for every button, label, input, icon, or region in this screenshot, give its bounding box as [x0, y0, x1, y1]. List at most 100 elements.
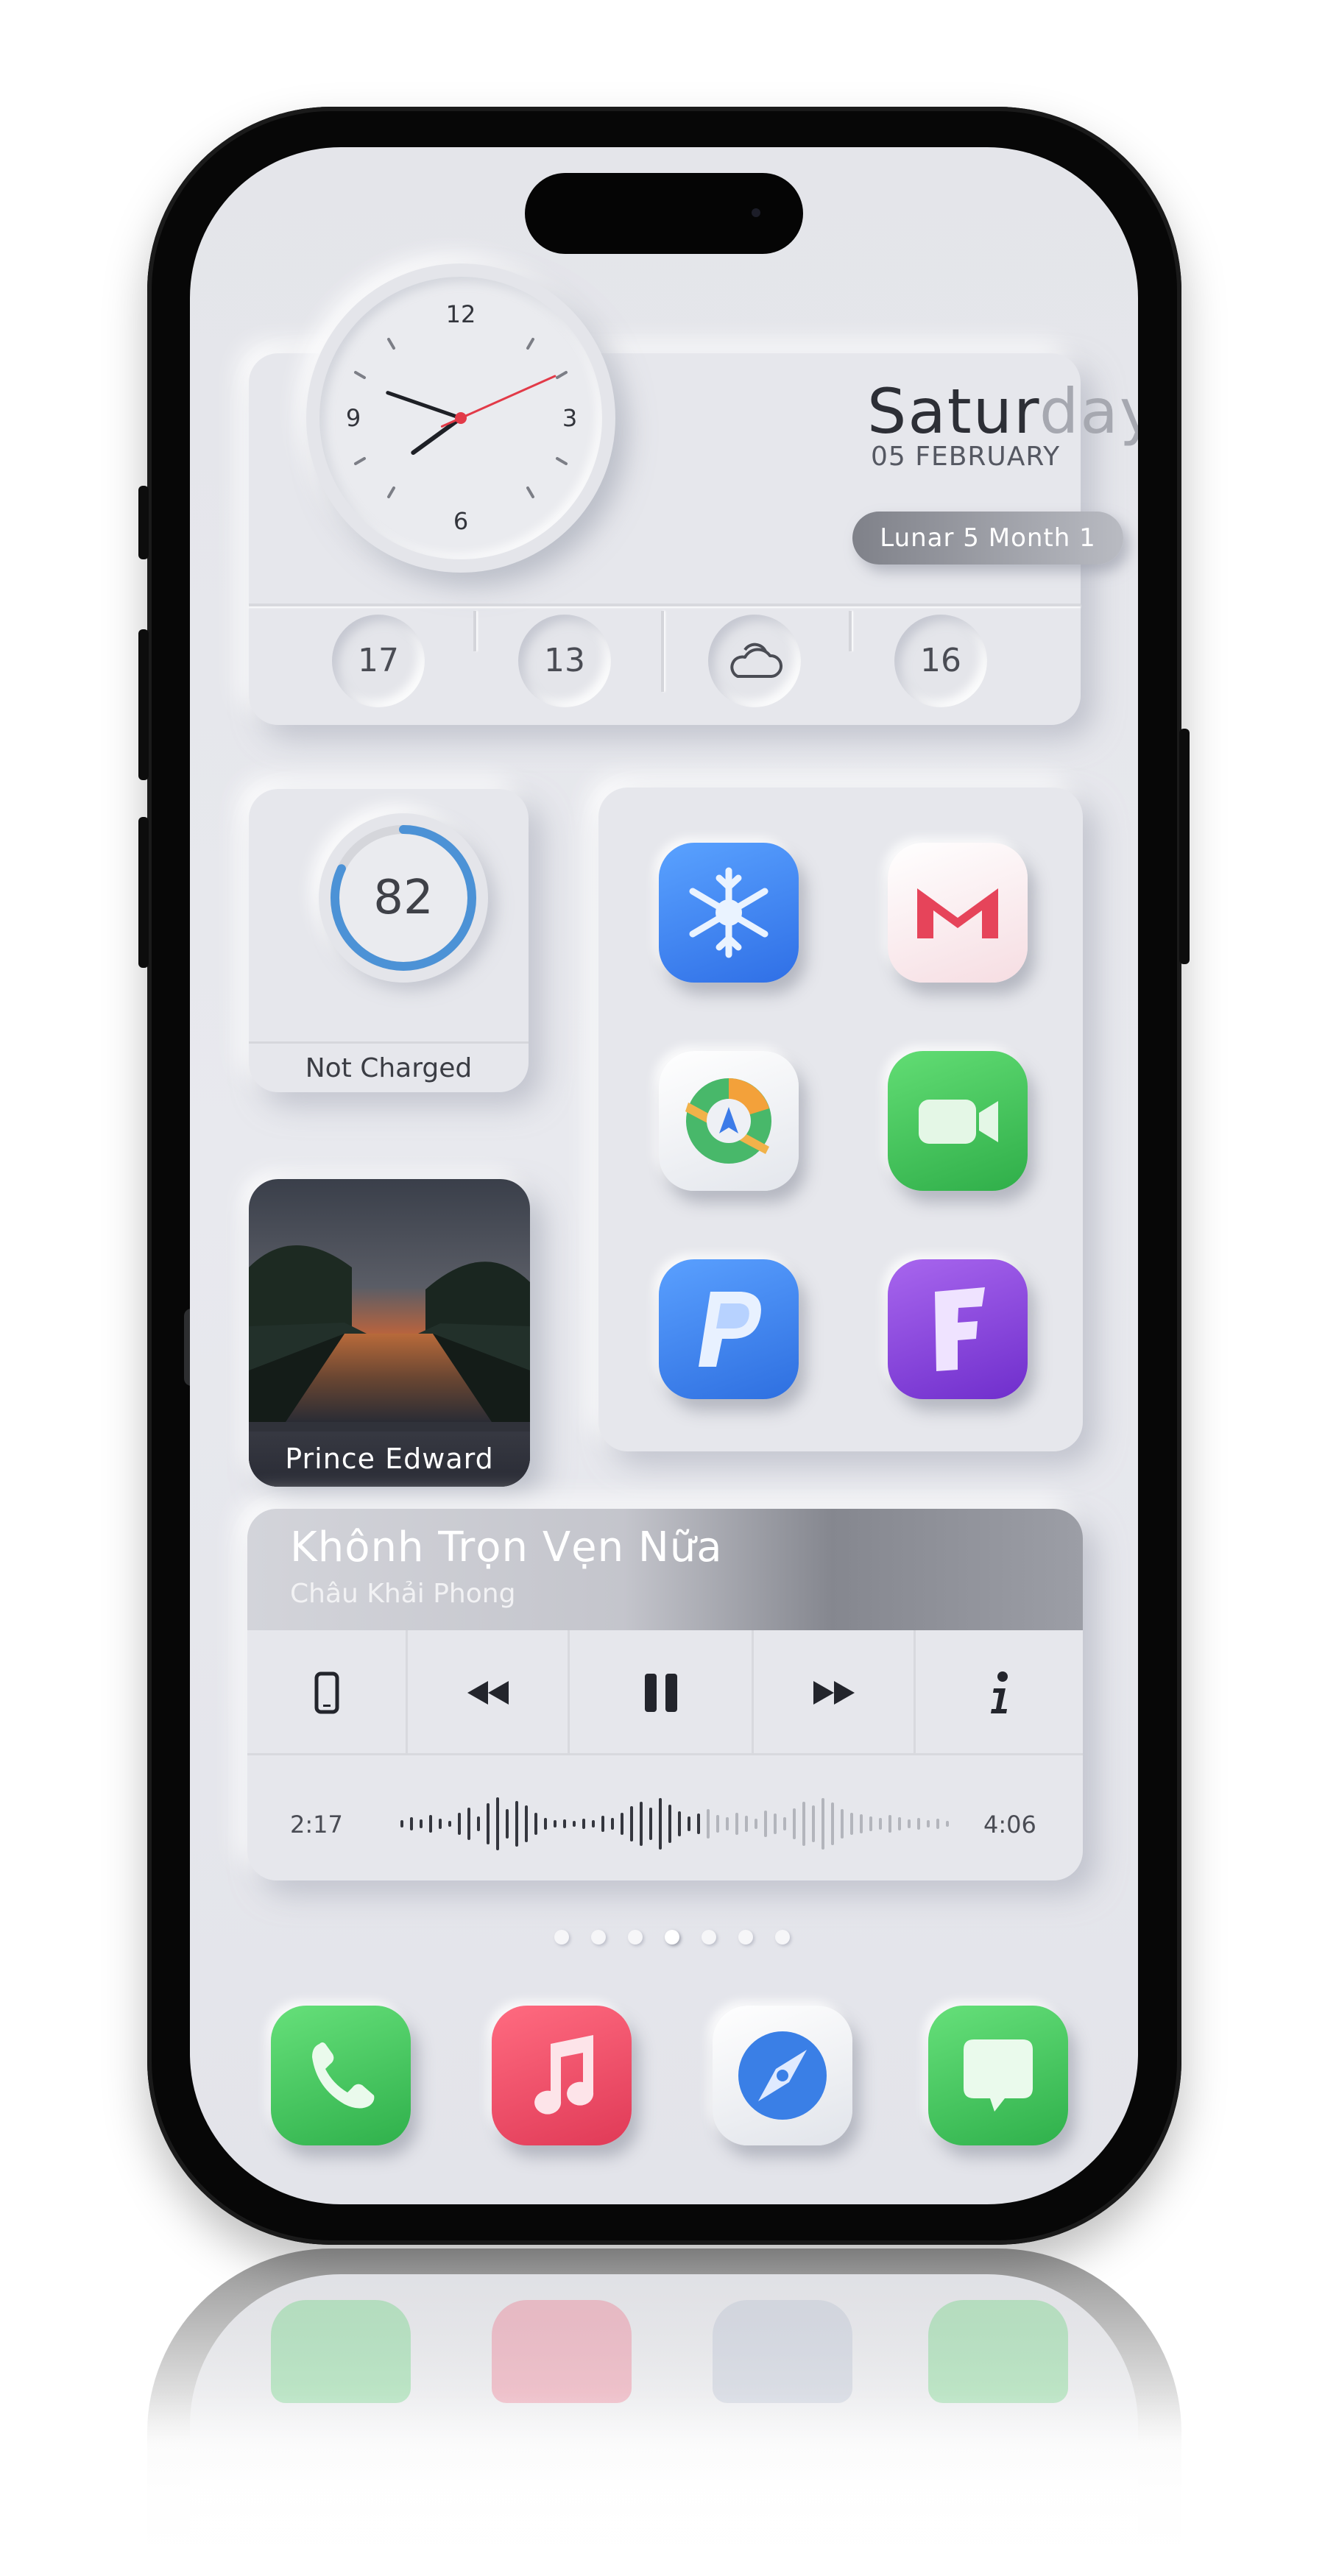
page-dot[interactable]: [665, 1930, 679, 1945]
messages-app-icon[interactable]: [928, 2006, 1068, 2145]
page-dot[interactable]: [591, 1930, 606, 1945]
waveform-bar: [812, 1805, 815, 1842]
waveform-bar: [716, 1815, 719, 1833]
clock-numeral-3: 3: [562, 404, 577, 432]
stat-divider: [849, 611, 852, 651]
volume-down-button[interactable]: [138, 817, 149, 968]
waveform-bar: [688, 1816, 690, 1831]
battery-divider: [249, 1041, 529, 1044]
waveform-bar: [831, 1802, 834, 1845]
snowflake-app-icon[interactable]: [659, 843, 799, 983]
paypal-app-icon[interactable]: [659, 1259, 799, 1399]
info-button[interactable]: [916, 1630, 1083, 1755]
waveform-bar: [563, 1819, 566, 1828]
page-dot[interactable]: [628, 1930, 643, 1945]
music-widget[interactable]: Khônh Trọn Vẹn Nữa Châu Khải Phong 2:17 …: [247, 1509, 1083, 1880]
fast-forward-icon: [813, 1681, 855, 1705]
waveform-bar: [640, 1802, 643, 1846]
rewind-button[interactable]: [408, 1630, 570, 1755]
fast-forward-button[interactable]: [754, 1630, 916, 1755]
action-button[interactable]: [138, 486, 149, 559]
volume-up-button[interactable]: [138, 629, 149, 780]
battery-status: Not Charged: [305, 1053, 473, 1083]
waveform-bar: [601, 1816, 604, 1832]
now-playing-header: Khônh Trọn Vẹn Nữa Châu Khải Phong: [247, 1509, 1083, 1630]
camera-icon: [752, 208, 760, 217]
facetime-app-icon[interactable]: [888, 1051, 1028, 1191]
day-of-week: Saturday: [867, 375, 1138, 447]
weather-stat-1: 17: [332, 615, 425, 707]
waveform-bar: [592, 1820, 595, 1827]
reflection-fade: [0, 2392, 1325, 2576]
waveform-bar: [630, 1806, 633, 1841]
page-dot[interactable]: [738, 1930, 753, 1945]
waveform-bar: [946, 1821, 949, 1827]
waveform-bar: [400, 1820, 403, 1827]
waveform-bar: [544, 1818, 547, 1830]
power-button[interactable]: [1179, 729, 1190, 964]
minute-hand: [386, 391, 463, 420]
waveform-bar: [860, 1814, 863, 1833]
waveform-bar: [659, 1798, 662, 1850]
messages-app-reflection: [928, 2300, 1068, 2403]
date-label: 05 FEBRUARY: [871, 442, 1061, 472]
waveform-bar: [822, 1798, 824, 1850]
phone-device-icon: [314, 1671, 339, 1714]
elapsed-time: 2:17: [290, 1811, 343, 1839]
partly-cloudy-icon: [730, 643, 783, 678]
waveform-bar: [439, 1819, 442, 1829]
waveform-bar: [850, 1813, 853, 1835]
home-screen: 12 3 6 9 Saturday 05 FEBRUARY Lunar 5 Mo…: [190, 147, 1138, 2204]
waveform-bar: [410, 1817, 413, 1830]
device-button[interactable]: [247, 1630, 408, 1755]
waveform-bar: [621, 1813, 623, 1835]
waveform-bar: [917, 1818, 920, 1830]
waveform-bar: [496, 1797, 499, 1850]
waveform-bar: [755, 1819, 757, 1829]
safari-app-reflection: [713, 2300, 852, 2403]
waveform-bar: [898, 1817, 901, 1830]
stage: 12 3 6 9 Saturday 05 FEBRUARY Lunar 5 Mo…: [0, 0, 1325, 2576]
waveform-bar: [936, 1819, 939, 1829]
page-dot[interactable]: [554, 1930, 569, 1945]
waveform-bar: [783, 1817, 786, 1830]
clock-center-pin: [455, 412, 467, 424]
music-app-icon[interactable]: [492, 2006, 632, 2145]
waveform-bar: [802, 1802, 805, 1846]
music-app-reflection: [492, 2300, 632, 2403]
waveform-bar: [649, 1808, 652, 1840]
stat-divider: [661, 611, 664, 692]
waveform-bar: [879, 1818, 882, 1830]
waveform-bar: [888, 1815, 891, 1833]
waveform-bar: [525, 1805, 528, 1842]
pause-button[interactable]: [570, 1630, 754, 1755]
gmail-app-icon[interactable]: [888, 843, 1028, 983]
waveform-bar: [774, 1814, 777, 1834]
waveform-bar: [764, 1811, 767, 1837]
clock-numeral-6: 6: [453, 507, 468, 535]
safari-app-icon[interactable]: [713, 2006, 852, 2145]
waveform-bar: [506, 1809, 509, 1839]
clock-numeral-12: 12: [446, 300, 476, 328]
waveform-bar: [841, 1809, 844, 1839]
phone-app-reflection: [271, 2300, 411, 2403]
clock-face: 12 3 6 9: [319, 277, 602, 559]
waveform-bar: [534, 1813, 537, 1835]
page-dot[interactable]: [775, 1930, 790, 1945]
song-title: Khônh Trọn Vẹn Nữa: [290, 1524, 723, 1571]
waveform-scrubber[interactable]: [393, 1787, 960, 1861]
waveform-bar: [467, 1808, 470, 1840]
photo-caption: Prince Edward: [249, 1432, 530, 1487]
waveform-bar: [678, 1811, 681, 1836]
waveform-bar: [793, 1808, 796, 1839]
clock-widget-divider: [249, 604, 1081, 606]
page-indicator[interactable]: [554, 1927, 797, 1947]
waveform-bar: [668, 1805, 671, 1843]
stat-divider: [473, 611, 476, 651]
waveform-bar: [420, 1819, 423, 1828]
maps-app-icon[interactable]: [659, 1051, 799, 1191]
fortnite-app-icon[interactable]: [888, 1259, 1028, 1399]
phone-app-icon[interactable]: [271, 2006, 411, 2145]
waveform-bar: [582, 1819, 585, 1829]
page-dot[interactable]: [702, 1930, 716, 1945]
